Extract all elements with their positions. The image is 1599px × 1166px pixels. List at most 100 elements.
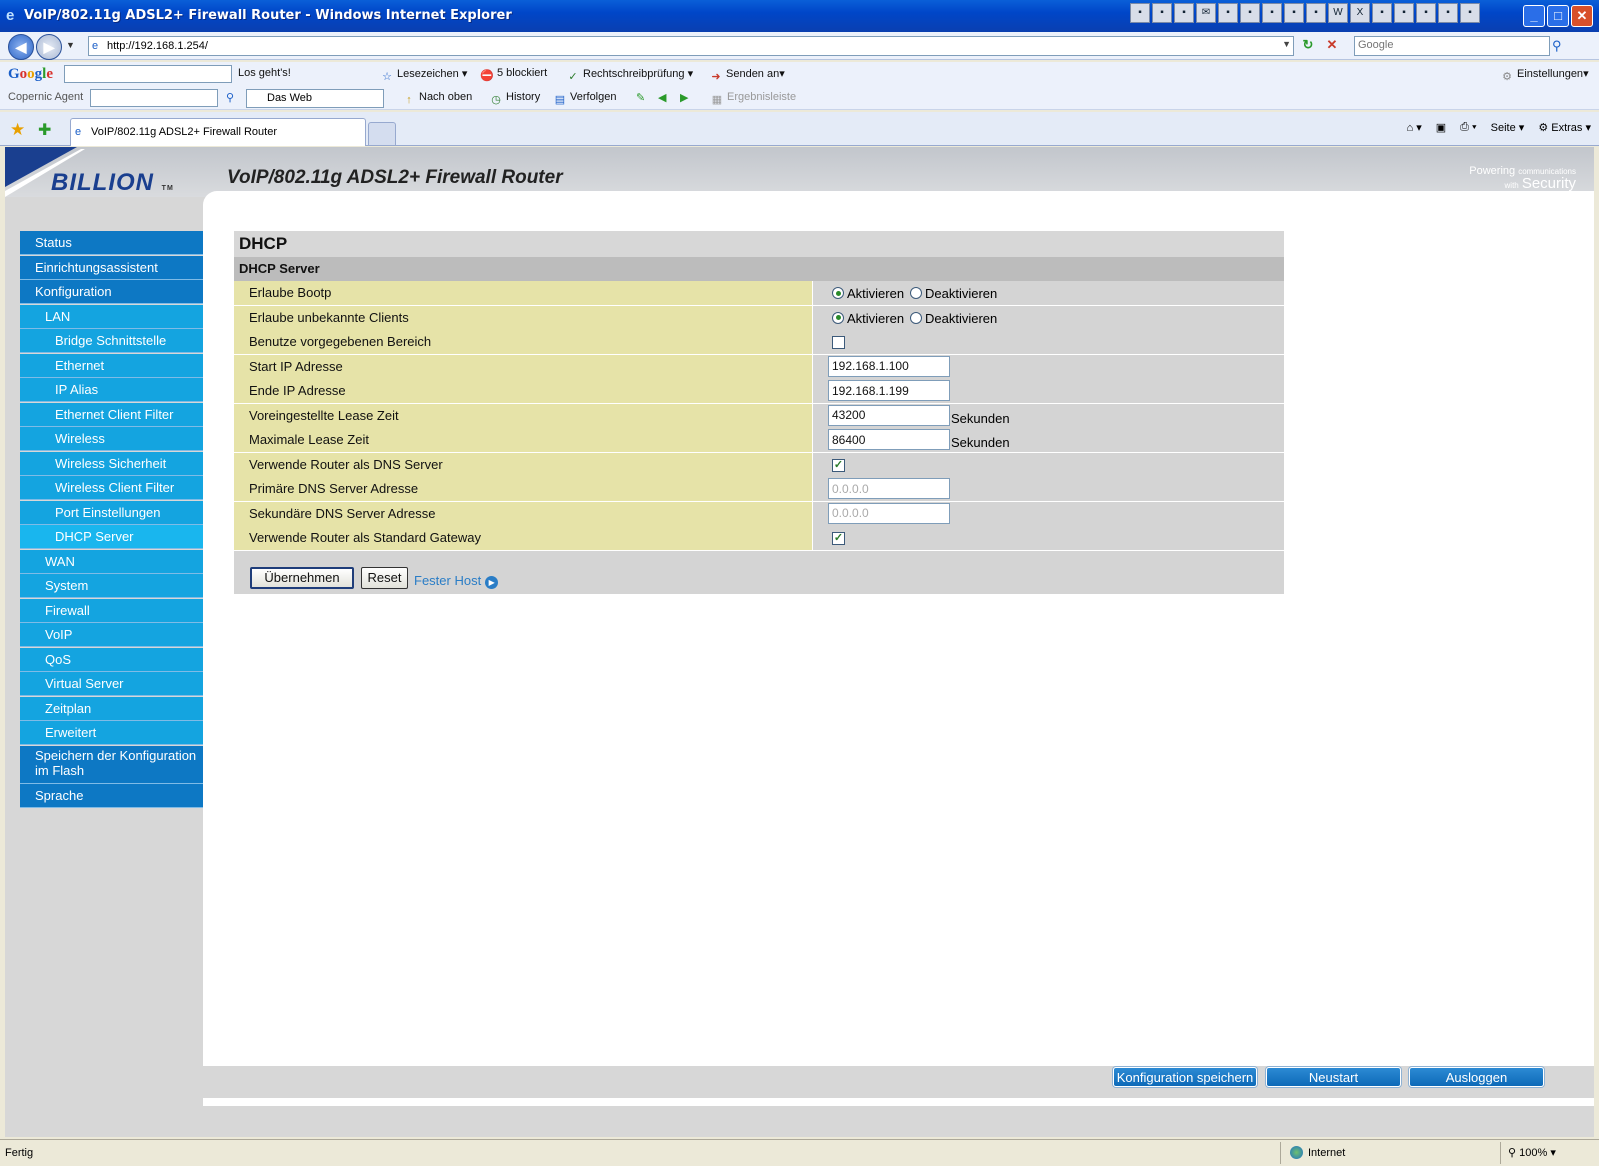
sidebar-item-wireless-security[interactable]: Wireless Sicherheit xyxy=(20,451,203,476)
address-field[interactable]: e ▼ xyxy=(88,36,1294,56)
sidebar-item-save-flash[interactable]: Speichern der Konfiguration im Flash xyxy=(20,745,203,784)
tray-app-icon[interactable]: ▪ xyxy=(1218,3,1238,23)
bookmarks-button[interactable]: ☆ Lesezeichen ▾ xyxy=(380,67,467,84)
popup-blocker-button[interactable]: ⛔ 5 blockiert xyxy=(480,67,547,83)
sidebar-item-voip[interactable]: VoIP xyxy=(20,623,203,647)
default-lease-input[interactable] xyxy=(828,404,950,426)
router-dns-checkbox[interactable]: ✓ xyxy=(832,458,845,472)
reboot-button[interactable]: Neustart xyxy=(1266,1067,1401,1087)
add-favorite-icon[interactable]: ✚ xyxy=(38,120,51,140)
sidebar-item-qos[interactable]: QoS xyxy=(20,647,203,672)
search-box[interactable] xyxy=(1354,36,1550,56)
range-checkbox[interactable] xyxy=(832,336,845,349)
tray-app-icon[interactable]: ▪ xyxy=(1152,3,1172,23)
router-gateway-checkbox[interactable]: ✓ xyxy=(832,532,845,545)
tab-router[interactable]: e VoIP/802.11g ADSL2+ Firewall Router xyxy=(70,118,366,146)
new-tab-button[interactable] xyxy=(368,122,396,146)
page-menu[interactable]: Seite ▾ xyxy=(1491,121,1525,134)
send-to-button[interactable]: ➜ Senden an▾ xyxy=(709,67,784,84)
minimize-button[interactable]: _ xyxy=(1523,5,1545,27)
history-button[interactable]: ◷ History xyxy=(489,91,540,107)
save-config-button[interactable]: Konfiguration speichern xyxy=(1113,1067,1257,1087)
spellcheck-button[interactable]: ✓ Rechtschreibprüfung ▾ xyxy=(566,67,693,84)
sidebar-item-bridge-interface[interactable]: Bridge Schnittstelle xyxy=(20,329,203,353)
sidebar-item-wireless[interactable]: Wireless xyxy=(20,427,203,451)
sidebar-item-language[interactable]: Sprache xyxy=(20,784,203,808)
favorites-star-icon[interactable]: ★ xyxy=(10,120,25,140)
tray-app-icon[interactable]: ▪ xyxy=(1262,3,1282,23)
settings-button[interactable]: ⚙ Einstellungen▾ xyxy=(1500,67,1589,84)
extras-menu[interactable]: ⚙ Extras ▾ xyxy=(1538,121,1591,134)
home-icon[interactable]: ⌂ ▾ xyxy=(1407,121,1422,134)
tray-app-icon[interactable]: ▪ xyxy=(1306,3,1326,23)
sidebar-item-ethernet[interactable]: Ethernet xyxy=(20,353,203,378)
tray-app-icon[interactable]: ▪ xyxy=(1240,3,1260,23)
track-button[interactable]: ▤ Verfolgen xyxy=(553,91,617,107)
search-scope-select[interactable]: Das Web xyxy=(246,89,384,108)
sidebar-item-ethernet-client-filter[interactable]: Ethernet Client Filter xyxy=(20,402,203,427)
maximize-button[interactable]: □ xyxy=(1547,5,1569,27)
logout-button[interactable]: Ausloggen xyxy=(1409,1067,1544,1087)
search-icon[interactable]: ⚲ xyxy=(1552,38,1562,54)
tray-mail-icon[interactable]: ✉ xyxy=(1196,3,1216,23)
tray-app-icon[interactable]: ▪ xyxy=(1372,3,1392,23)
sidebar-item-system[interactable]: System xyxy=(20,574,203,598)
sidebar-item-virtual-server[interactable]: Virtual Server xyxy=(20,672,203,696)
bootp-enable-radio[interactable] xyxy=(832,287,844,299)
reset-button[interactable]: Reset xyxy=(361,566,408,589)
end-ip-input[interactable] xyxy=(828,380,950,401)
url-input[interactable] xyxy=(107,38,1267,54)
google-search-input[interactable] xyxy=(64,65,232,83)
tray-app-icon[interactable]: ▪ xyxy=(1174,3,1194,23)
tray-excel-icon[interactable]: X xyxy=(1350,3,1370,23)
sidebar-item-setup-wizard[interactable]: Einrichtungsassistent xyxy=(20,255,203,280)
sidebar-item-status[interactable]: Status xyxy=(20,231,203,255)
next-icon[interactable]: ▶ xyxy=(680,91,688,104)
zoom-control[interactable]: ⚲ 100% ▾ xyxy=(1508,1146,1556,1159)
highlight-icon[interactable]: ✎ xyxy=(636,91,645,104)
page-menu-label: Seite xyxy=(1490,122,1516,134)
sidebar-item-wireless-client-filter[interactable]: Wireless Client Filter xyxy=(20,476,203,500)
sidebar-item-port-settings[interactable]: Port Einstellungen xyxy=(20,500,203,525)
sidebar-item-wan[interactable]: WAN xyxy=(20,549,203,574)
close-button[interactable]: ✕ xyxy=(1571,5,1593,27)
tray-app-icon[interactable]: ▪ xyxy=(1438,3,1458,23)
bootp-disable-radio[interactable] xyxy=(910,287,922,299)
feeds-icon[interactable]: ▣ xyxy=(1436,121,1446,134)
refresh-icon[interactable]: ↻ xyxy=(1298,37,1318,55)
unknown-clients-disable-radio[interactable] xyxy=(910,311,922,324)
forward-button[interactable]: ▶ xyxy=(36,34,62,60)
sidebar-item-firewall[interactable]: Firewall xyxy=(20,598,203,623)
tray-app-icon[interactable]: ▪ xyxy=(1394,3,1414,23)
tray-app-icon[interactable]: ▪ xyxy=(1130,3,1150,23)
tray-app-icon[interactable]: ▪ xyxy=(1284,3,1304,23)
tray-app-icon[interactable]: ▪ xyxy=(1416,3,1436,23)
secondary-dns-input[interactable] xyxy=(828,502,950,524)
results-bar-button[interactable]: ▦ Ergebnisleiste xyxy=(710,91,796,107)
sidebar-item-advanced[interactable]: Erweitert xyxy=(20,721,203,745)
copernic-search-icon[interactable]: ⚲ xyxy=(226,91,234,104)
recent-pages-dropdown-icon[interactable]: ▼ xyxy=(66,40,75,50)
stop-icon[interactable]: ✕ xyxy=(1322,37,1342,55)
max-lease-input[interactable] xyxy=(828,429,950,450)
sidebar-item-schedule[interactable]: Zeitplan xyxy=(20,696,203,721)
tray-word-icon[interactable]: W xyxy=(1328,3,1348,23)
back-button[interactable]: ◀ xyxy=(8,34,34,60)
print-icon[interactable]: ⎙ ▾ xyxy=(1460,121,1476,134)
sidebar-item-lan[interactable]: LAN xyxy=(20,304,203,329)
primary-dns-input[interactable] xyxy=(828,478,950,499)
copernic-search-input[interactable] xyxy=(90,89,218,107)
sidebar-item-ip-alias[interactable]: IP Alias xyxy=(20,378,203,402)
sidebar-item-dhcp-server[interactable]: DHCP Server xyxy=(20,525,203,549)
fixed-host-link[interactable]: Fester Host ▶ xyxy=(414,573,499,589)
start-ip-input[interactable] xyxy=(828,355,950,377)
tray-app-icon[interactable]: ▪ xyxy=(1460,3,1480,23)
search-input[interactable] xyxy=(1358,39,1548,51)
address-dropdown-icon[interactable]: ▼ xyxy=(1282,39,1291,49)
apply-button[interactable]: Übernehmen xyxy=(250,566,354,589)
google-go-button[interactable]: Los geht's! xyxy=(238,67,291,79)
prev-icon[interactable]: ◀ xyxy=(658,91,666,104)
sidebar-item-configuration[interactable]: Konfiguration xyxy=(20,280,203,304)
nach-oben-button[interactable]: ↑ Nach oben xyxy=(402,91,472,107)
unknown-clients-enable-radio[interactable] xyxy=(832,311,844,324)
